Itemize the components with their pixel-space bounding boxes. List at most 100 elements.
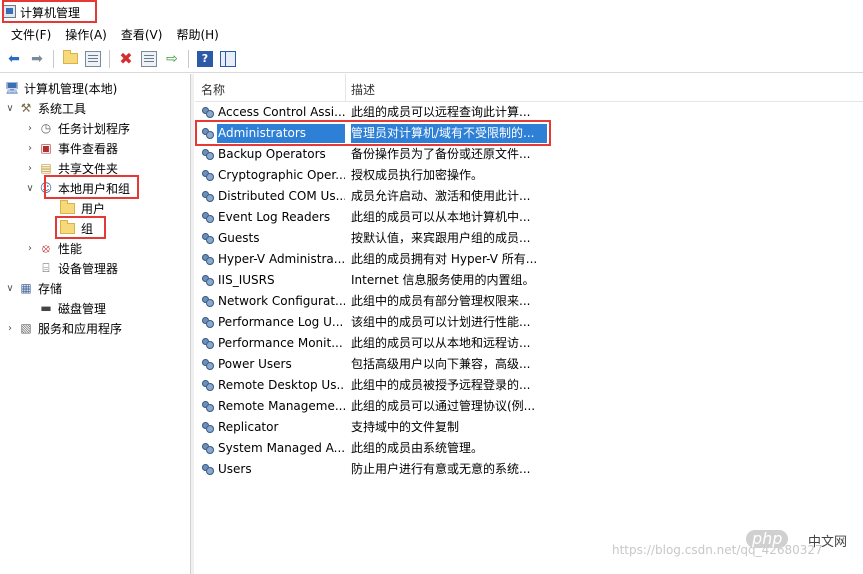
tree-item-shared-folders[interactable]: › ▤ 共享文件夹 [24,158,118,178]
group-description: 防止用户进行有意或无意的系统... [351,462,531,476]
action-pane-icon[interactable] [218,49,238,69]
properties-icon[interactable] [139,49,159,69]
table-row[interactable]: Power Users 包括高级用户以向下兼容，高级... [195,354,863,375]
group-description: 此组的成员可以从本地和远程访... [351,336,531,350]
toolbar-separator [53,49,54,68]
back-arrow-icon[interactable]: ⬅ [4,49,24,69]
tree-item-label: 性能 [58,241,83,256]
chevron-right-icon[interactable]: › [24,143,36,154]
table-row[interactable]: Users 防止用户进行有意或无意的系统... [195,459,863,480]
tree-item-services-apps[interactable]: › ▧ 服务和应用程序 [4,318,122,338]
forward-arrow-icon[interactable]: ➡ [27,49,47,69]
group-description: 此组的成员可以远程查询此计算... [351,105,531,119]
table-row[interactable]: Remote Desktop Us... 此组中的成员被授予远程登录的... [195,375,863,396]
tree-item-users[interactable]: 用户 [58,198,105,218]
toolbar-separator [188,49,189,68]
menu-help[interactable]: 帮助(H) [169,24,225,45]
group-icon [201,294,216,309]
tree-item-label: 组 [81,221,94,236]
table-row[interactable]: System Managed A... 此组的成员由系统管理。 [195,438,863,459]
table-row[interactable]: Access Control Assi... 此组的成员可以远程查询此计算... [195,102,863,123]
table-row[interactable]: Administrators 管理员对计算机/域有不受限制的... [195,123,863,144]
menu-action[interactable]: 操作(A) [58,24,114,45]
table-row[interactable]: Network Configurat... 此组中的成员有部分管理权限来... [195,291,863,312]
group-name: Backup Operators [218,147,326,161]
chevron-right-icon[interactable]: › [24,123,36,134]
column-header-name[interactable]: 名称 [201,81,225,98]
group-description: 管理员对计算机/域有不受限制的... [351,124,547,143]
tree-item-device-manager[interactable]: ⌸ 设备管理器 [36,258,118,278]
tree-item-system-tools[interactable]: ∨ ⚒ 系统工具 [4,98,86,118]
menu-file[interactable]: 文件(F) [4,24,58,45]
table-row[interactable]: Performance Log U... 该组中的成员可以计划进行性能... [195,312,863,333]
tree-item-event-viewer[interactable]: › ▣ 事件查看器 [24,138,118,158]
clock-icon: ◷ [40,121,52,135]
services-icon: ▧ [20,321,32,335]
tree-item-label: 计算机管理(本地) [24,81,118,96]
group-description: 此组的成员拥有对 Hyper-V 所有... [351,252,538,266]
folder-icon [60,219,75,234]
performance-icon: ⦻ [42,240,50,255]
shared-folder-icon: ▤ [40,161,52,175]
group-description: 此组的成员可以从本地计算机中... [351,210,531,224]
group-icon [201,462,216,477]
help-icon[interactable]: ? [195,49,215,69]
tree-item-disk-management[interactable]: ▬ 磁盘管理 [36,298,106,318]
tree-item-label: 存储 [38,281,63,296]
group-name: Cryptographic Oper... [218,168,345,182]
tree-item-local-users-groups[interactable]: ∨ ☺ 本地用户和组 [24,178,130,198]
group-description: 此组的成员可以通过管理协议(例... [351,399,536,413]
group-name: Remote Desktop Us... [218,378,345,392]
group-name: Network Configurat... [218,294,345,308]
column-header-description[interactable]: 描述 [351,81,375,98]
group-name: Performance Log U... [218,315,344,329]
group-description: 包括高级用户以向下兼容，高级... [351,357,531,371]
group-description: 此组中的成员被授予远程登录的... [351,378,531,392]
watermark-cn: 中文网 [808,535,848,550]
table-row[interactable]: Replicator 支持域中的文件复制 [195,417,863,438]
table-row[interactable]: IIS_IUSRS Internet 信息服务使用的内置组。 [195,270,863,291]
pane-splitter[interactable] [191,74,194,574]
disk-icon: ▬ [40,301,52,315]
table-row[interactable]: Hyper-V Administra... 此组的成员拥有对 Hyper-V 所有… [195,249,863,270]
tree-item-label: 任务计划程序 [58,121,131,136]
table-row[interactable]: Backup Operators 备份操作员为了备份或还原文件... [195,144,863,165]
tree-item-label: 服务和应用程序 [38,321,123,336]
toolbar: ⬅ ➡ ✖ ⇨ ? [0,45,863,73]
tree-item-label: 磁盘管理 [58,301,107,316]
table-row[interactable]: Remote Manageme... 此组的成员可以通过管理协议(例... [195,396,863,417]
export-list-icon[interactable]: ⇨ [162,49,182,69]
group-icon [201,315,216,330]
group-name: System Managed A... [218,441,345,455]
group-icon [201,210,216,225]
chevron-down-icon[interactable]: ∨ [4,103,16,114]
tree-item-groups[interactable]: 组 [58,218,93,238]
chevron-right-icon[interactable]: › [4,323,16,334]
table-row[interactable]: Event Log Readers 此组的成员可以从本地计算机中... [195,207,863,228]
chevron-down-icon[interactable]: ∨ [4,283,16,294]
chevron-right-icon[interactable]: › [24,163,36,174]
column-divider[interactable] [345,74,346,102]
up-folder-icon[interactable] [60,49,80,69]
group-icon [201,441,216,456]
table-row[interactable]: Cryptographic Oper... 授权成员执行加密操作。 [195,165,863,186]
tree-item-task-scheduler[interactable]: › ◷ 任务计划程序 [24,118,130,138]
group-icon [201,105,216,120]
chevron-right-icon[interactable]: › [24,243,36,254]
table-row[interactable]: Performance Monit... 此组的成员可以从本地和远程访... [195,333,863,354]
table-row[interactable]: Guests 按默认值，来宾跟用户组的成员... [195,228,863,249]
event-viewer-icon: ▣ [40,141,52,155]
group-name: Users [218,462,252,476]
table-row[interactable]: Distributed COM Us... 成员允许启动、激活和使用此计... [195,186,863,207]
group-icon [201,357,216,372]
group-icon [201,336,216,351]
delete-icon[interactable]: ✖ [116,49,136,69]
tree-item-root[interactable]: 🖥 计算机管理(本地) [2,78,117,98]
menu-view[interactable]: 查看(V) [114,24,170,45]
show-hide-tree-icon[interactable] [83,49,103,69]
group-icon [201,399,216,414]
chevron-down-icon[interactable]: ∨ [24,183,36,194]
group-description: 支持域中的文件复制 [351,420,460,434]
tree-item-performance[interactable]: › ⦻ 性能 [24,238,82,258]
tree-item-storage[interactable]: ∨ ▦ 存储 [4,278,62,298]
